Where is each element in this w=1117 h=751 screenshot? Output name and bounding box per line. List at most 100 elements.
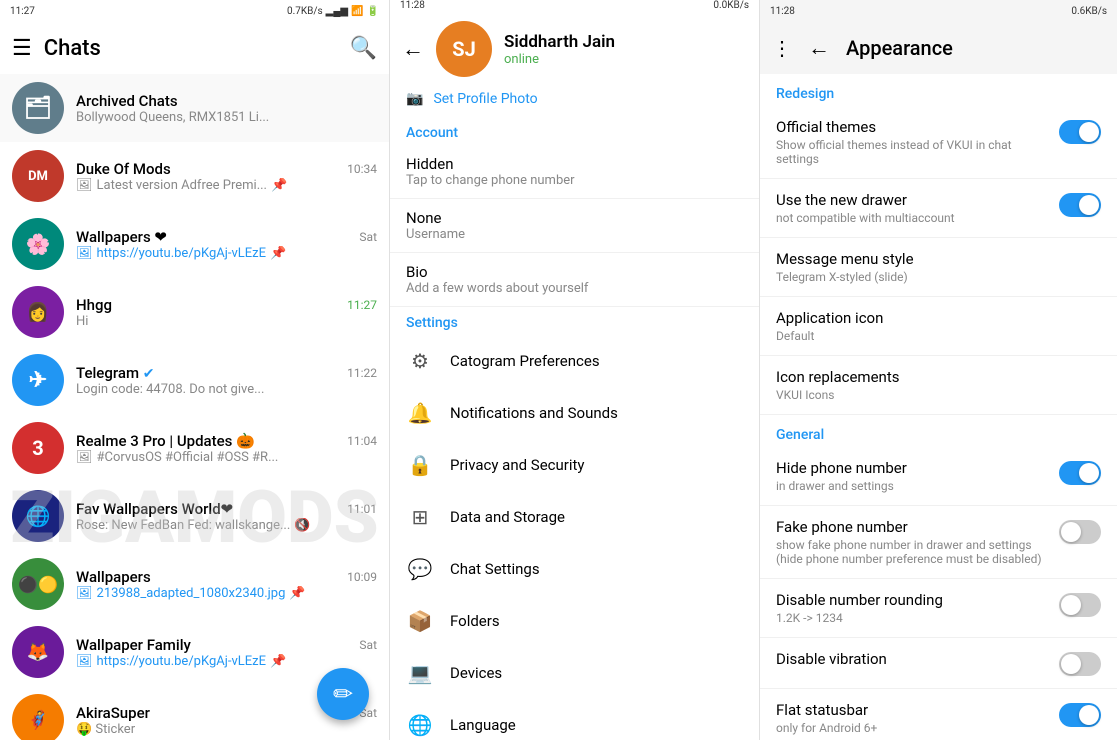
toggle-item-officialthemes[interactable]: Official themes Show official themes ins… [760,106,1117,179]
chat-name-row-telegram: Telegram ✔ 11:22 [76,364,377,382]
appearance-list: Redesign Official themes Show official t… [760,74,1117,740]
chat-item-telegram[interactable]: ✈ Telegram ✔ 11:22 Login code: 44708. Do… [0,346,389,414]
avatar-wallpapers: 🌸 [12,218,64,270]
bio-title: Bio [406,263,743,281]
chat-time-wallpapers2: 10:09 [347,570,377,584]
account-item-phone[interactable]: Hidden Tap to change phone number [390,145,759,199]
chat-item-realme[interactable]: 3 Realme 3 Pro | Updates 🎃 11:04 🖼 #Corv… [0,414,389,482]
disable-vibration-toggle[interactable] [1059,652,1101,676]
chat-item-wallpapers2[interactable]: ⚫🟡 Wallpapers 10:09 🖼 213988_adapted_108… [0,550,389,618]
folders-label: Folders [450,612,500,630]
language-icon: 🌐 [406,711,434,739]
new-drawer-toggle[interactable] [1059,193,1101,217]
chat-name-row-wallpaperfamily: Wallpaper Family Sat [76,636,377,654]
status-time: 11:27 [10,6,35,17]
chat-item-favwallpapers[interactable]: 🌐 Fav Wallpapers World❤ 11:01 Rose: New … [0,482,389,550]
menu-item-language[interactable]: 🌐 Language [390,699,759,751]
toggle-item-newdrawer[interactable]: Use the new drawer not compatible with m… [760,179,1117,238]
chats-panel: 11:27 0.7KB/s ▂▄▆ 📶 🔋 ☰ Chats 🔍 🗂 Archiv… [0,0,390,740]
catogram-icon: ⚙ [406,347,434,375]
app-icon-title: Application icon [776,309,1101,327]
chat-preview-akirasuper: 🤑 Sticker [76,722,377,737]
flat-statusbar-text: Flat statusbar only for Android 6+ [776,701,1059,735]
account-item-bio[interactable]: Bio Add a few words about yourself [390,253,759,307]
pin-icon-w2: 📌 [289,586,305,601]
menu-item-datastorage[interactable]: ⊞ Data and Storage [390,491,759,543]
fake-phone-toggle[interactable] [1059,520,1101,544]
plain-item-iconreplacements[interactable]: Icon replacements VKUI Icons [760,356,1117,415]
username-title: None [406,209,743,227]
official-themes-toggle[interactable] [1059,120,1101,144]
notifications-icon: 🔔 [406,399,434,427]
menu-item-privacy[interactable]: 🔒 Privacy and Security [390,439,759,491]
flat-statusbar-toggle[interactable] [1059,703,1101,727]
avatar-archived: 🗂 [12,82,64,134]
toggle-item-disablenumberrounding[interactable]: Disable number rounding 1.2K -> 1234 [760,579,1117,638]
chat-header-left: ☰ Chats [12,36,101,61]
chat-item-archived[interactable]: 🗂 Archived Chats Bollywood Queens, RMX18… [0,74,389,142]
hide-phone-sub: in drawer and settings [776,479,1047,493]
chat-name-favwallpapers: Fav Wallpapers World❤ [76,500,233,518]
hide-phone-text: Hide phone number in drawer and settings [776,459,1059,493]
disable-vibration-text: Disable vibration [776,650,1059,668]
chat-preview: Bollywood Queens, RMX1851 Li... [76,110,377,125]
account-item-username[interactable]: None Username [390,199,759,253]
fake-phone-sub: show fake phone number in drawer and set… [776,538,1047,566]
toggle-item-fakephonenumber[interactable]: Fake phone number show fake phone number… [760,506,1117,579]
app-icon-sub: Default [776,329,1101,343]
back-icon-appearance[interactable]: ← [808,35,830,61]
chat-name-row-wallpapers: Wallpapers ❤ Sat [76,228,377,246]
disable-rounding-sub: 1.2K -> 1234 [776,611,1047,625]
devices-icon: 💻 [406,659,434,687]
camera-icon: 📷 [406,91,423,107]
back-icon-profile[interactable]: ← [402,36,424,62]
chat-time-dukeofmods: 10:34 [347,162,377,176]
profile-avatar: SJ [436,21,492,77]
compose-fab[interactable]: ✏ [317,668,369,720]
more-icon[interactable]: ⋮ [772,36,792,60]
profile-user-info: Siddharth Jain online [504,32,615,67]
plain-item-appicon[interactable]: Application icon Default [760,297,1117,356]
chat-time-hhgg: 11:27 [347,298,377,312]
chat-name-row-wallpapers2: Wallpapers 10:09 [76,568,377,586]
disable-rounding-toggle[interactable] [1059,593,1101,617]
icon-replacements-title: Icon replacements [776,368,1101,386]
menu-item-devices[interactable]: 💻 Devices [390,647,759,699]
chat-name-row-hhgg: Hhgg 11:27 [76,296,377,314]
pin-icon-wallpapers: 📌 [270,246,286,261]
menu-item-chatsettings[interactable]: 💬 Chat Settings [390,543,759,595]
chat-name-row-dukeofmods: Duke Of Mods 10:34 [76,160,377,178]
search-icon[interactable]: 🔍 [350,36,377,61]
set-photo-row[interactable]: 📷 Set Profile Photo [390,85,759,117]
plain-item-messagemenustyle[interactable]: Message menu style Telegram X-styled (sl… [760,238,1117,297]
toggle-item-disablevibration[interactable]: Disable vibration [760,638,1117,689]
menu-item-notifications[interactable]: 🔔 Notifications and Sounds [390,387,759,439]
avatar-telegram: ✈ [12,354,64,406]
network-speed: 0.7KB/s [287,6,323,17]
pin-icon-wf: 📌 [270,654,286,669]
chat-preview-dukeofmods: 🖼 Latest version Adfree Premi... 📌 [76,178,377,193]
chat-item-dukeofmods[interactable]: DM Duke Of Mods 10:34 🖼 Latest version A… [0,142,389,210]
chat-name-wallpapers: Wallpapers ❤ [76,228,167,246]
datastorage-icon: ⊞ [406,503,434,531]
chat-preview-realme: 🖼 #CorvusOS #Official #OSS #R... [76,450,377,465]
account-section-label: Account [390,117,759,145]
chat-item-hhgg[interactable]: 👩 Hhgg 11:27 Hi [0,278,389,346]
chatsettings-label: Chat Settings [450,560,540,578]
hide-phone-toggle[interactable] [1059,461,1101,485]
chat-info-wallpapers: Wallpapers ❤ Sat 🖼 https://youtu.be/pKgA… [76,228,377,261]
message-menu-style-sub: Telegram X-styled (slide) [776,270,1101,284]
chat-info-archived: Archived Chats Bollywood Queens, RMX1851… [76,92,377,125]
menu-item-folders[interactable]: 📦 Folders [390,595,759,647]
new-drawer-sub: not compatible with multiaccount [776,211,1047,225]
toggle-item-hidephonenumber[interactable]: Hide phone number in drawer and settings [760,447,1117,506]
toggle-item-flatstatusbar[interactable]: Flat statusbar only for Android 6+ [760,689,1117,740]
menu-item-catogram[interactable]: ⚙ Catogram Preferences [390,335,759,387]
profile-network: 0.0KB/s [713,0,749,11]
chat-time-realme: 11:04 [347,434,377,448]
hamburger-icon[interactable]: ☰ [12,36,32,61]
link-icon-wf: 🖼 [76,654,93,669]
chat-item-wallpapers[interactable]: 🌸 Wallpapers ❤ Sat 🖼 https://youtu.be/pK… [0,210,389,278]
disable-vibration-title: Disable vibration [776,650,1047,668]
avatar-hhgg: 👩 [12,286,64,338]
